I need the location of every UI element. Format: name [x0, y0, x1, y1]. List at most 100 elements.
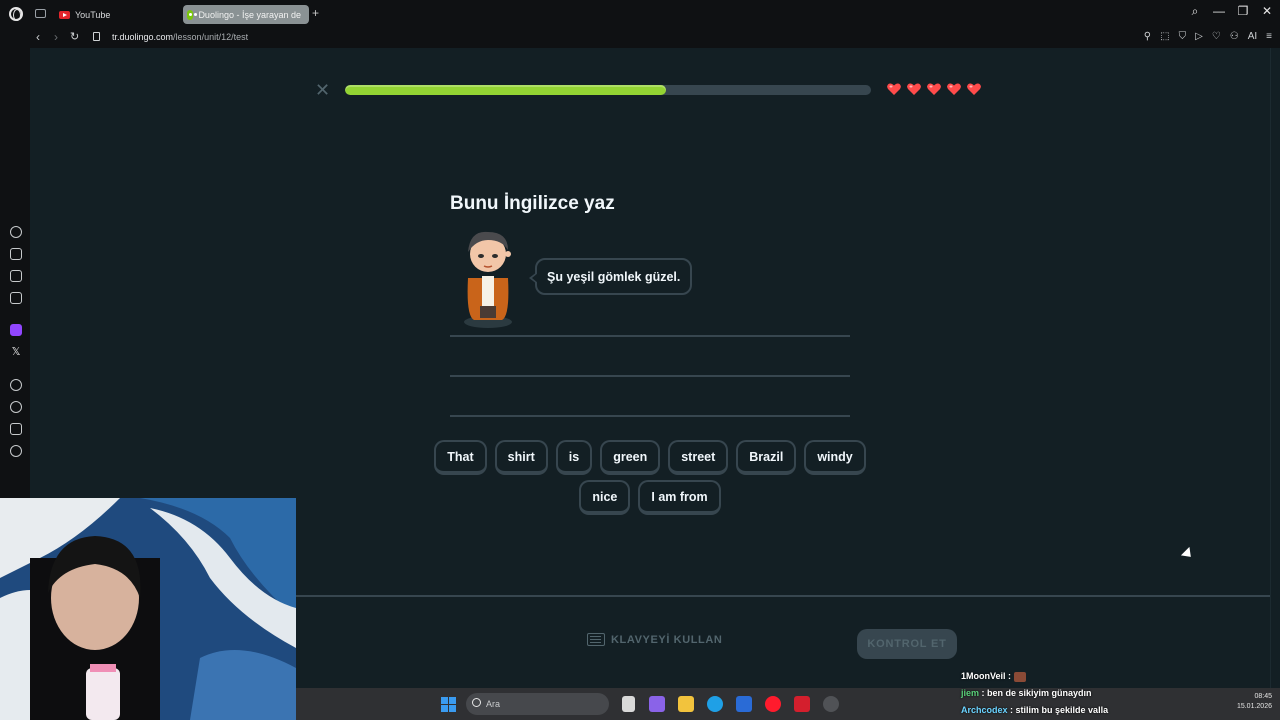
window-controls: ⌕ — ❐ ✕ [1188, 4, 1274, 19]
copilot-icon[interactable] [649, 696, 665, 712]
lesson-progress-bar [345, 85, 871, 95]
answer-line-2[interactable] [450, 375, 850, 377]
chat-message: jiem : ben de sikiyim günaydın [961, 688, 1092, 698]
word-chip-that[interactable]: That [434, 440, 487, 475]
use-keyboard-button[interactable]: KLAVYEYİ KULLAN [587, 633, 722, 646]
heart-icon [966, 81, 982, 97]
snapshot-icon[interactable]: ⬚ [1160, 31, 1169, 42]
address-bar: ‹ › ↻ tr.duolingo.com/lesson/unit/12/tes… [0, 28, 1280, 48]
chat-message: Archcodex : stilim bu şekilde valla [961, 705, 1109, 715]
close-lesson-icon[interactable]: ✕ [315, 81, 330, 99]
tab-duolingo[interactable]: Duolingo - İşe yarayan de [183, 5, 309, 24]
page-scrollbar[interactable] [1270, 48, 1280, 688]
heart-icon [906, 81, 922, 97]
tray-date: 15.01.2026 [1236, 703, 1272, 710]
store-icon[interactable] [736, 696, 752, 712]
windows-start-icon[interactable] [441, 697, 456, 712]
webcam-overlay [0, 498, 296, 720]
notes-icon[interactable] [10, 270, 22, 282]
back-icon[interactable]: ‹ [36, 30, 40, 44]
hearts-display [886, 81, 982, 97]
tab-youtube[interactable]: YouTube [55, 5, 177, 24]
ai-button[interactable]: AI [1248, 31, 1257, 42]
x-twitter-icon[interactable]: 𝕏 [10, 346, 22, 358]
history-icon[interactable] [10, 401, 22, 413]
speech-bubble[interactable]: Şu yeşil gömlek güzel. [528, 258, 693, 295]
chat-text: stilim bu şekilde valla [1015, 705, 1109, 715]
check-button[interactable]: KONTROL ET [857, 629, 957, 659]
tab-title: YouTube [75, 9, 111, 20]
word-chip-nice[interactable]: nice [579, 480, 631, 515]
use-keyboard-label: KLAVYEYİ KULLAN [611, 633, 723, 646]
lock-icon [93, 32, 100, 41]
word-chip-windy[interactable]: windy [804, 440, 866, 475]
url-domain: tr.duolingo.com [112, 32, 174, 42]
app-red-icon[interactable] [794, 696, 810, 712]
chat-text: ben de sikiyim günaydın [987, 688, 1092, 698]
menu-icon[interactable]: ≡ [1266, 31, 1272, 42]
opera-logo-icon[interactable] [9, 7, 23, 21]
obs-icon[interactable] [823, 696, 839, 712]
browser-tab-bar: YouTube Duolingo - İşe yarayan de + ⌕ — … [0, 0, 1280, 28]
tab-title: Duolingo - İşe yarayan de [198, 9, 301, 20]
twitch-icon[interactable] [10, 324, 22, 336]
extensions-icon[interactable] [10, 423, 22, 435]
restore-icon[interactable]: ❐ [1236, 4, 1250, 19]
close-window-icon[interactable]: ✕ [1260, 4, 1274, 19]
challenge-title: Bunu İngilizce yaz [450, 193, 615, 214]
stream-chat: 1MoonVeil : jiem : ben de sikiyim günayd… [961, 668, 1191, 719]
heart-icon [886, 81, 902, 97]
youtube-icon [59, 10, 70, 19]
answer-line-3[interactable] [450, 415, 850, 417]
chat-username: jiem [961, 688, 980, 698]
word-chip-shirt[interactable]: shirt [494, 440, 548, 475]
word-chip-i-am-from[interactable]: I am from [638, 480, 721, 515]
footer-divider [296, 595, 1270, 597]
reload-icon[interactable]: ↻ [70, 30, 79, 43]
progress-fill [345, 85, 666, 95]
word-bank-row: nice I am from [450, 480, 850, 515]
aria-icon[interactable] [10, 226, 22, 238]
settings-gear-icon[interactable] [10, 445, 22, 457]
messenger-icon[interactable] [10, 292, 22, 304]
file-explorer-icon[interactable] [678, 696, 694, 712]
pin-icon[interactable]: ⚲ [1144, 31, 1151, 42]
taskbar-search-placeholder: Ara [486, 699, 501, 709]
chat-username: 1MoonVeil [961, 671, 1006, 681]
screen: YouTube Duolingo - İşe yarayan de + ⌕ — … [0, 0, 1280, 720]
player-icon[interactable] [10, 379, 22, 391]
play-icon[interactable]: ▷ [1195, 31, 1203, 42]
word-chip-is[interactable]: is [555, 440, 593, 475]
chat-username: Archcodex [961, 705, 1008, 715]
duolingo-icon [187, 9, 198, 20]
profile-icon[interactable]: ⚇ [1230, 31, 1239, 42]
search-tabs-icon[interactable]: ⌕ [1188, 4, 1202, 19]
file-icon[interactable] [622, 696, 635, 712]
new-tab-plus-icon[interactable]: + [312, 7, 319, 19]
chat-message: 1MoonVeil : [961, 668, 1191, 685]
heart-icon [926, 81, 942, 97]
shield-icon[interactable]: ⛉ [1179, 31, 1187, 42]
heart-outline-icon[interactable]: ♡ [1212, 31, 1221, 42]
lily-character-icon [464, 231, 512, 328]
browser-sidebar: 𝕏 [0, 48, 30, 498]
answer-line-1[interactable] [450, 335, 850, 337]
forward-icon[interactable]: › [54, 30, 58, 44]
tab-islands-icon[interactable] [35, 9, 46, 18]
word-chip-street[interactable]: street [668, 440, 729, 475]
minimize-icon[interactable]: — [1212, 4, 1226, 19]
word-chip-green[interactable]: green [600, 440, 661, 475]
word-bank-row: That shirt is green street Brazil windy [434, 440, 866, 475]
url-path: /lesson/unit/12/test [173, 32, 249, 42]
edge-icon[interactable] [707, 696, 723, 712]
search-icon [472, 698, 481, 707]
workspaces-icon[interactable] [10, 248, 22, 260]
opera-taskbar-icon[interactable] [765, 696, 781, 712]
emote-icon [1013, 671, 1026, 682]
system-tray-clock[interactable]: 08:45 15.01.2026 [1237, 692, 1272, 712]
url-field[interactable]: tr.duolingo.com/lesson/unit/12/test [112, 32, 248, 42]
heart-icon [946, 81, 962, 97]
address-bar-tools: ⚲ ⬚ ⛉ ▷ ♡ ⚇ AI ≡ [1144, 31, 1272, 42]
taskbar-search[interactable]: Ara [466, 693, 609, 715]
word-chip-brazil[interactable]: Brazil [736, 440, 797, 475]
